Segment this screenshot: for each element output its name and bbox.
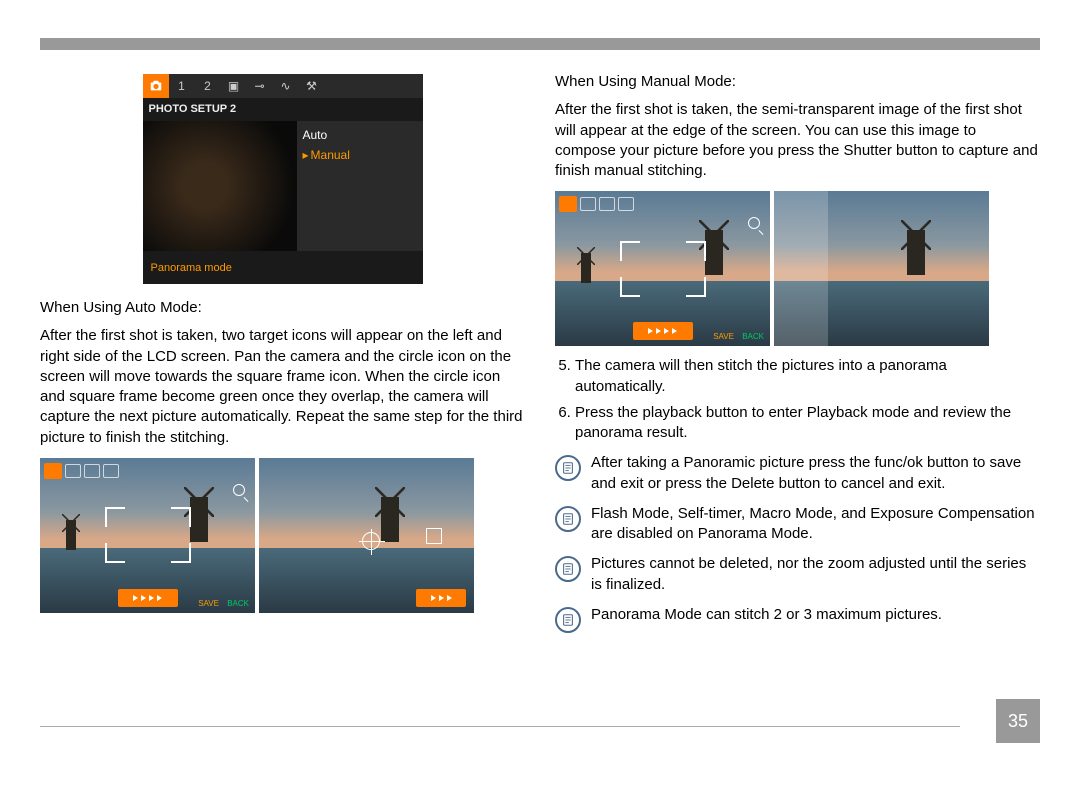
auto-mode-preview-pair: SAVE BACK bbox=[40, 458, 525, 613]
left-column: 1 2 ▣ ⊸ ∿ ⚒ PHOTO SETUP 2 Auto Manual Pa… bbox=[40, 68, 525, 643]
back-label: BACK bbox=[742, 332, 764, 341]
zoom-icon bbox=[233, 484, 245, 496]
hud-icon bbox=[84, 464, 100, 478]
note-2: Flash Mode, Self-timer, Macro Mode, and … bbox=[555, 504, 1040, 545]
camera-menu-screenshot: 1 2 ▣ ⊸ ∿ ⚒ PHOTO SETUP 2 Auto Manual Pa… bbox=[143, 74, 423, 284]
back-label: BACK bbox=[227, 599, 249, 608]
note-icon bbox=[555, 455, 581, 481]
step-5: The camera will then stitch the pictures… bbox=[575, 356, 1040, 397]
menu-tab-tool-icon: ⚒ bbox=[299, 78, 325, 94]
note-4: Panorama Mode can stitch 2 or 3 maximum … bbox=[555, 605, 1040, 633]
body-auto-mode: After the first shot is taken, two targe… bbox=[40, 326, 525, 448]
direction-indicator bbox=[416, 589, 466, 607]
note-icon bbox=[555, 556, 581, 582]
direction-indicator bbox=[118, 589, 178, 607]
hud-icon bbox=[580, 197, 596, 211]
footer-rule bbox=[40, 726, 960, 727]
menu-title: PHOTO SETUP 2 bbox=[143, 98, 423, 121]
menu-tab-1: 1 bbox=[169, 78, 195, 94]
note-4-text: Panorama Mode can stitch 2 or 3 maximum … bbox=[591, 605, 942, 625]
page-number: 35 bbox=[996, 699, 1040, 743]
auto-preview-1: SAVE BACK bbox=[40, 458, 255, 613]
hud-icon bbox=[103, 464, 119, 478]
right-column: When Using Manual Mode: After the first … bbox=[555, 68, 1040, 643]
manual-mode-preview-pair: SAVE BACK bbox=[555, 191, 1040, 346]
numbered-steps: The camera will then stitch the pictures… bbox=[555, 356, 1040, 443]
manual-preview-2 bbox=[774, 191, 989, 346]
hud-icon bbox=[599, 197, 615, 211]
menu-tab-wave-icon: ∿ bbox=[273, 78, 299, 94]
note-2-text: Flash Mode, Self-timer, Macro Mode, and … bbox=[591, 504, 1040, 545]
menu-tab-2: 2 bbox=[195, 78, 221, 94]
save-label: SAVE bbox=[198, 599, 219, 608]
menu-tab-video-icon: ▣ bbox=[221, 78, 247, 94]
note-3-text: Pictures cannot be deleted, nor the zoom… bbox=[591, 554, 1040, 595]
menu-tab-active-icon bbox=[143, 74, 169, 98]
menu-preview-image bbox=[143, 121, 297, 251]
note-1-text: After taking a Panoramic picture press t… bbox=[591, 453, 1040, 494]
menu-mode-label: Panorama mode bbox=[151, 261, 232, 276]
hud-icon bbox=[618, 197, 634, 211]
step-6: Press the playback button to enter Playb… bbox=[575, 403, 1040, 444]
note-icon bbox=[555, 607, 581, 633]
direction-indicator bbox=[633, 322, 693, 340]
body-manual-mode: After the first shot is taken, the semi-… bbox=[555, 100, 1040, 181]
panorama-mode-icon bbox=[559, 196, 577, 212]
target-square-icon bbox=[426, 528, 442, 544]
menu-option-auto: Auto bbox=[303, 125, 417, 145]
heading-auto-mode: When Using Auto Mode: bbox=[40, 298, 525, 318]
note-icon bbox=[555, 506, 581, 532]
menu-option-manual: Manual bbox=[303, 145, 417, 165]
save-label: SAVE bbox=[713, 332, 734, 341]
panorama-mode-icon bbox=[44, 463, 62, 479]
auto-preview-2 bbox=[259, 458, 474, 613]
note-1: After taking a Panoramic picture press t… bbox=[555, 453, 1040, 494]
note-3: Pictures cannot be deleted, nor the zoom… bbox=[555, 554, 1040, 595]
manual-preview-1: SAVE BACK bbox=[555, 191, 770, 346]
ghost-overlay bbox=[774, 191, 828, 346]
hud-icon bbox=[65, 464, 81, 478]
menu-tab-settings-icon: ⊸ bbox=[247, 78, 273, 94]
content-columns: 1 2 ▣ ⊸ ∿ ⚒ PHOTO SETUP 2 Auto Manual Pa… bbox=[40, 68, 1040, 643]
heading-manual-mode: When Using Manual Mode: bbox=[555, 72, 1040, 92]
header-bar bbox=[40, 38, 1040, 50]
